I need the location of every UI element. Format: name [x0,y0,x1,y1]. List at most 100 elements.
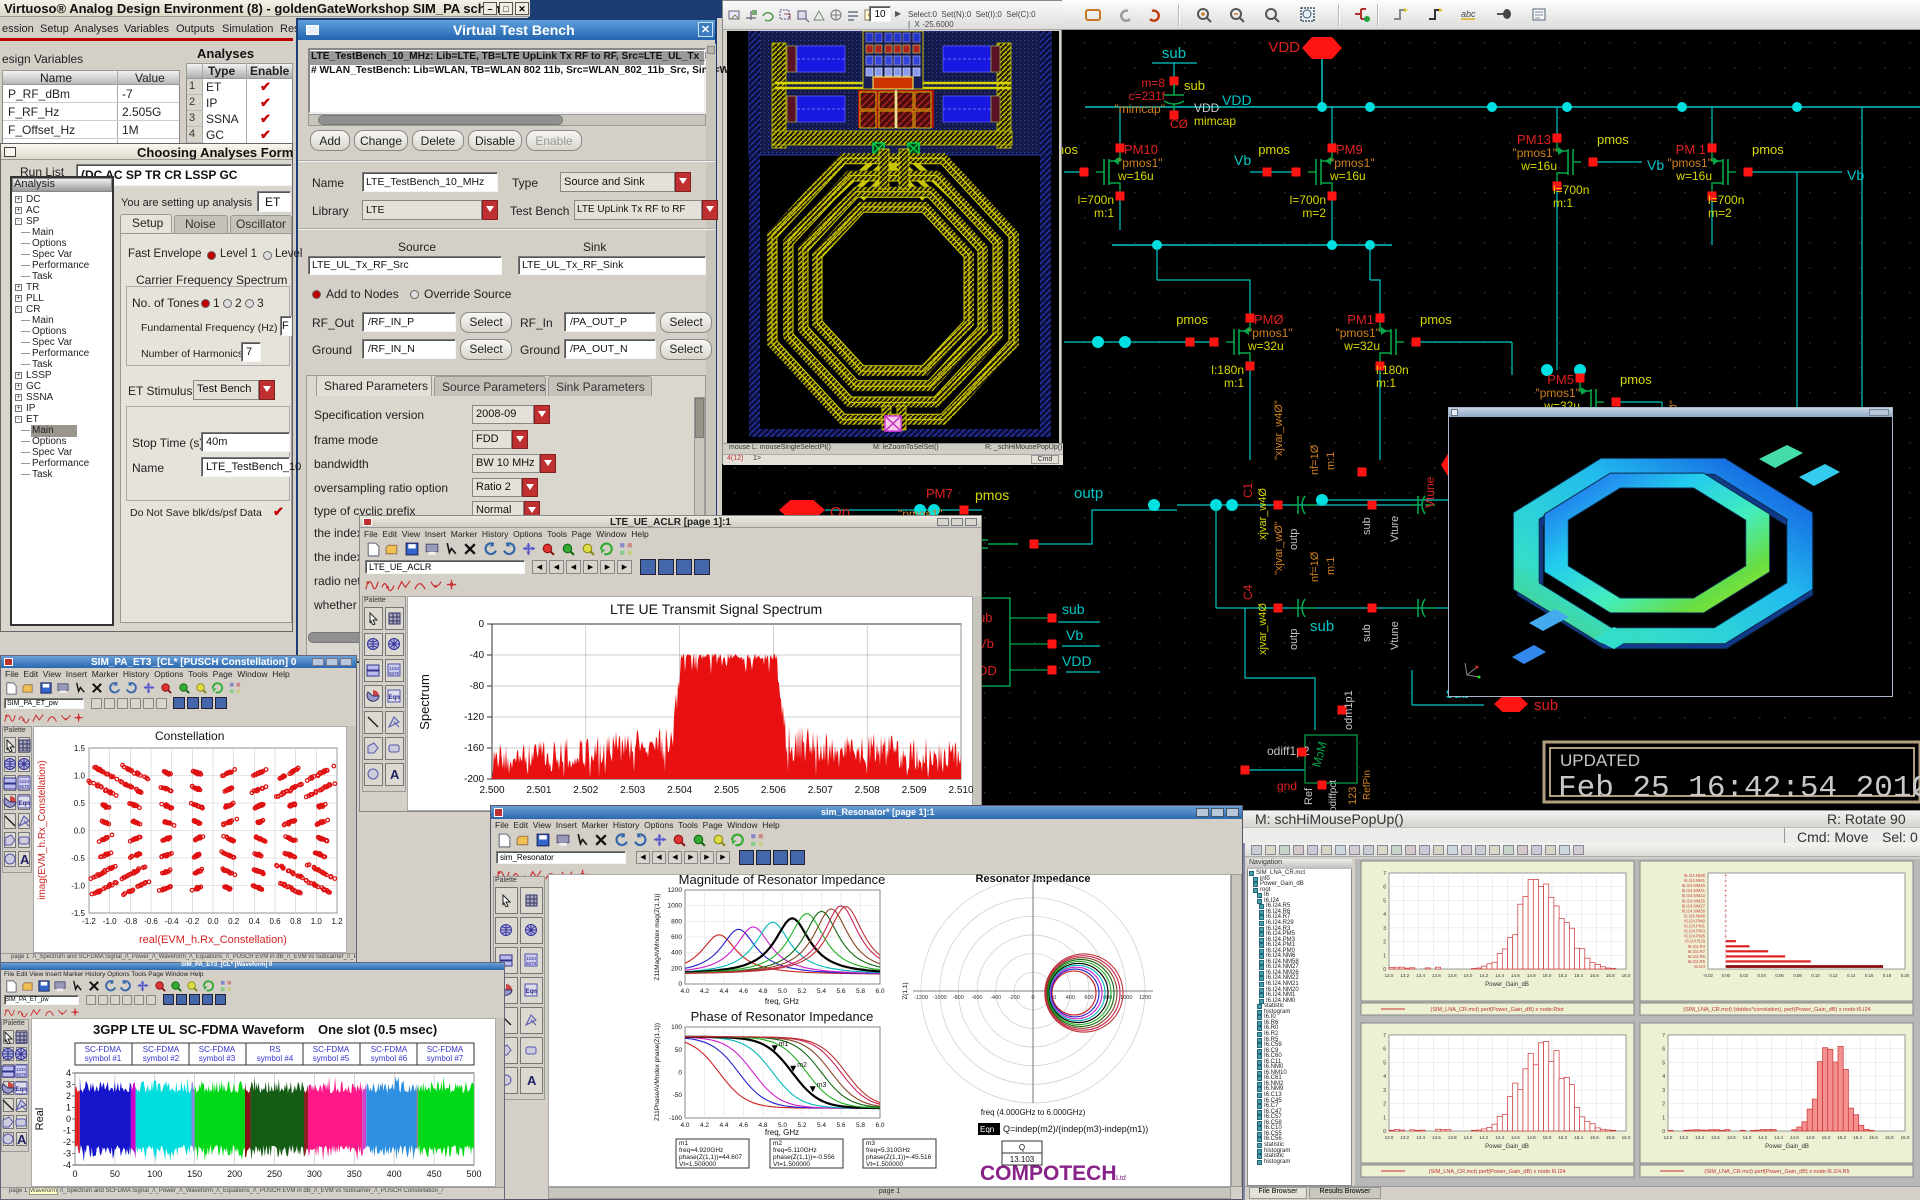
svg-text:14.8: 14.8 [1527,1135,1536,1140]
svg-text:0.6: 0.6 [269,917,281,926]
svg-text:2.502: 2.502 [573,785,598,796]
svg-text:15.2: 15.2 [1558,1135,1567,1140]
svg-text:16.0: 16.0 [1622,1135,1631,1140]
svg-text:Eqn: Eqn [19,801,31,807]
svg-text:4: 4 [1383,1074,1386,1080]
svg-text:0.0: 0.0 [74,827,86,836]
svg-text:0.0: 0.0 [207,917,219,926]
svg-text:13.4: 13.4 [1416,1135,1425,1140]
svg-text:PM9: PM9 [1336,142,1363,157]
svg-text:w=16u: w=16u [1117,169,1154,183]
svg-text:PM5: PM5 [1547,372,1574,387]
svg-text:Vt=1.500000: Vt=1.500000 [866,1161,903,1168]
svg-text:w=32u: w=32u [1343,339,1380,353]
svg-text:-0.02: -0.02 [1703,973,1713,978]
svg-text:m1: m1 [679,1140,688,1147]
svg-text:5.4: 5.4 [817,988,826,995]
svg-text:6: 6 [1662,1047,1665,1053]
svg-text:Constellation: Constellation [155,729,224,743]
svg-text:Real: Real [34,1108,46,1131]
svg-text:800: 800 [671,918,682,925]
svg-text:"pmos1": "pmos1" [1512,146,1557,160]
svg-text:symbol #7: symbol #7 [427,1054,464,1063]
svg-text:14.0: 14.0 [1743,1135,1752,1140]
svg-text:15.8: 15.8 [1606,1135,1615,1140]
svg-text:m2: m2 [797,1062,807,1069]
svg-text:w=16u: w=16u [1520,159,1557,173]
svg-text:2: 2 [1662,1102,1665,1108]
svg-text:0.08: 0.08 [1793,973,1802,978]
svg-text:1: 1 [1383,1115,1386,1121]
svg-text:A: A [17,1132,27,1146]
svg-text:2.509: 2.509 [902,785,927,796]
svg-text:Vb: Vb [1847,167,1864,183]
svg-text:C4: C4 [1241,584,1255,600]
svg-text:-120: -120 [464,712,484,723]
svg-text:freq (4.000GHz to 6.000GHz): freq (4.000GHz to 6.000GHz) [981,1108,1086,1117]
svg-text:SC-FDMA: SC-FDMA [427,1045,464,1054]
svg-text:6: 6 [1383,885,1386,891]
svg-text:4.8: 4.8 [758,988,767,995]
svg-text:freq, GHz: freq, GHz [765,997,799,1006]
svg-text:0: 0 [678,1070,682,1077]
svg-text:7: 7 [1383,871,1386,877]
svg-text:450: 450 [427,1169,442,1179]
svg-text:5.0: 5.0 [778,988,787,995]
svg-text:PM10: PM10 [1124,142,1158,157]
svg-text:l=700n: l=700n [1553,183,1589,197]
svg-text:A: A [527,1073,537,1087]
svg-text:-50: -50 [673,1092,683,1099]
svg-text:15.0: 15.0 [1543,1135,1552,1140]
svg-text:m=2: m=2 [1302,206,1326,220]
svg-text:SC-FDMA: SC-FDMA [371,1045,408,1054]
svg-text:2.504: 2.504 [667,785,692,796]
svg-text:freq=5.310GHz: freq=5.310GHz [866,1147,910,1154]
svg-text:0.14: 0.14 [1847,973,1856,978]
svg-text:15.8: 15.8 [1885,1135,1894,1140]
svg-text:5.2: 5.2 [797,988,806,995]
svg-text:13.6: 13.6 [1432,973,1441,978]
svg-text:Z11MagAVMndex mag(Z(1,1)): Z11MagAVMndex mag(Z(1,1)) [654,893,661,980]
svg-text:150: 150 [187,1169,202,1179]
svg-text:Spectrum: Spectrum [417,674,432,730]
svg-text:0: 0 [1031,995,1034,1001]
svg-text:2.505: 2.505 [714,785,739,796]
svg-text:13.0: 13.0 [1385,1135,1394,1140]
svg-text:Ltd: Ltd [1116,1175,1126,1182]
svg-text:-4: -4 [63,1160,71,1170]
svg-text:13.0: 13.0 [1385,973,1394,978]
svg-text:-1.0: -1.0 [103,917,117,926]
svg-text:VDD: VDD [1194,101,1220,115]
svg-text:real(EVM_h.Rx_Constellation): real(EVM_h.Rx_Constellation) [139,934,287,946]
svg-text:1.0: 1.0 [74,772,86,781]
svg-text:1.5: 1.5 [74,744,86,753]
svg-text:-1.2: -1.2 [82,917,96,926]
svg-text:pmos: pmos [1176,312,1208,327]
svg-text:-200: -200 [464,774,484,785]
svg-text:6.0: 6.0 [875,1122,884,1129]
svg-text:"xjvar_wØ": "xjvar_wØ" [1273,521,1285,575]
svg-text:m2: m2 [773,1140,782,1147]
svg-text:14.4: 14.4 [1495,1135,1504,1140]
svg-text:4.6: 4.6 [739,988,748,995]
svg-text:15.6: 15.6 [1869,1135,1878,1140]
svg-text:2: 2 [66,1091,71,1101]
svg-text:3GPP LTE UL SC-FDMA Waveform: 3GPP LTE UL SC-FDMA Waveform [93,1022,304,1037]
svg-text:"pmos1": "pmos1" [1535,386,1580,400]
svg-text:pmos: pmos [975,487,1009,503]
svg-text:5.4: 5.4 [817,1122,826,1129]
svg-text:-2: -2 [63,1137,71,1147]
svg-text:-0.2: -0.2 [185,917,199,926]
svg-text:m=2: m=2 [1708,206,1732,220]
svg-text:1: 1 [1383,953,1386,959]
svg-text:1: 1 [66,1103,71,1113]
svg-text:4.2: 4.2 [700,988,709,995]
svg-text:1.0: 1.0 [311,917,323,926]
svg-text:0: 0 [66,1114,71,1124]
svg-text:600: 600 [1084,995,1093,1001]
svg-text:2.500: 2.500 [479,785,504,796]
svg-text:freq=5.110GHz: freq=5.110GHz [773,1147,817,1154]
svg-text:2.507: 2.507 [808,785,833,796]
svg-text:(SIM_LNA_CR.mct) perf(Power_Ga: (SIM_LNA_CR.mct) perf(Power_Gain_dB) x n… [1431,1007,1564,1013]
svg-text:w=32u: w=32u [1247,339,1284,353]
